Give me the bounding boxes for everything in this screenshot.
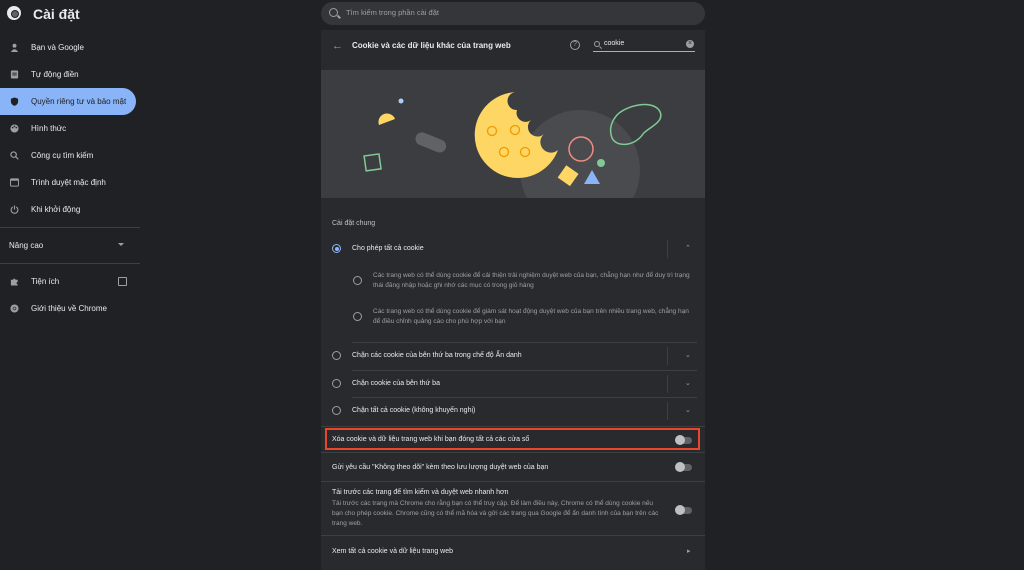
panel-header: ← Cookie và các dữ liệu khác của trang w…	[321, 30, 705, 68]
puzzle-icon	[10, 278, 18, 286]
option-label: Chặn cookie của bên thứ ba	[352, 380, 440, 387]
person-icon	[10, 43, 19, 52]
radio-button[interactable]	[332, 379, 341, 388]
sidebar-item-privacy-security[interactable]: Quyền riêng tư và bảo mật	[0, 88, 136, 115]
cookie-option-block-all[interactable]: Chặn tất cả cookie (không khuyến nghị) ⌄	[321, 397, 705, 425]
cookie-illustration-svg	[363, 92, 662, 198]
divider	[352, 370, 697, 371]
open-in-new-icon	[118, 277, 127, 286]
sidebar-item-label: Quyền riêng tư và bảo mật	[31, 97, 127, 106]
cookie-option-block-incognito[interactable]: Chặn các cookie của bên thứ ba trong chế…	[321, 342, 705, 370]
do-not-track-toggle[interactable]	[675, 462, 692, 472]
divider	[321, 426, 705, 427]
chevron-down-icon[interactable]: ⌄	[685, 379, 691, 387]
browser-icon	[10, 178, 19, 187]
sidebar-item-label: Nâng cao	[9, 241, 44, 250]
toggle-label: Gửi yêu cầu "Không theo dõi" kèm theo lư…	[332, 464, 549, 471]
page-title: Cookie và các dữ liệu khác của trang web	[352, 41, 511, 50]
radio-button[interactable]	[332, 351, 341, 360]
divider	[667, 375, 668, 393]
filter-input[interactable]: cookie ×	[593, 38, 695, 52]
cookie-icon	[353, 276, 362, 285]
sidebar-item-advanced[interactable]: Nâng cao	[0, 232, 128, 259]
sidebar-item-label: Tiện ích	[31, 277, 60, 286]
sidebar-item-appearance[interactable]: Hình thức	[0, 115, 140, 142]
search-icon	[594, 41, 600, 47]
settings-search-input[interactable]: Tìm kiếm trong phần cài đặt	[321, 2, 705, 25]
power-icon	[10, 205, 19, 214]
sidebar-item-label: Hình thức	[31, 124, 67, 133]
chrome-logo-icon	[7, 6, 21, 20]
sidebar-item-label: Trình duyệt mặc định	[31, 178, 106, 187]
option-label: Cho phép tất cả cookie	[352, 245, 424, 252]
preload-pages-toggle[interactable]	[675, 505, 692, 515]
sidebar-item-extensions[interactable]: Tiện ích	[0, 268, 140, 295]
search-icon	[10, 151, 19, 160]
radio-button[interactable]	[332, 244, 341, 253]
sidebar-item-label: Công cụ tìm kiếm	[31, 151, 94, 160]
divider	[321, 535, 705, 536]
cookies-settings-panel: ← Cookie và các dữ liệu khác của trang w…	[321, 30, 705, 570]
cookie-icon	[353, 312, 362, 321]
sidebar-divider	[0, 263, 140, 264]
sidebar-item-autofill[interactable]: Tự động điền	[0, 61, 140, 88]
divider	[352, 397, 697, 398]
cookie-option-block-third-party[interactable]: Chặn cookie của bên thứ ba ⌄	[321, 370, 705, 398]
clipboard-icon	[10, 70, 19, 79]
toggle-description: Tải trước các trang mà Chrome cho rằng b…	[332, 500, 659, 527]
sidebar-item-label: Tự động điền	[31, 70, 79, 79]
filter-value: cookie	[604, 40, 625, 47]
palette-icon	[10, 124, 19, 133]
option-label: Chặn tất cả cookie (không khuyến nghị)	[352, 407, 476, 414]
sidebar-item-label: Giới thiệu về Chrome	[31, 304, 107, 313]
search-icon	[329, 8, 338, 17]
search-placeholder: Tìm kiếm trong phần cài đặt	[346, 8, 439, 17]
toggle-label: Xóa cookie và dữ liệu trang web khi bạn …	[332, 436, 530, 443]
chevron-right-icon: ▸	[687, 548, 691, 555]
divider	[321, 452, 705, 453]
sidebar-item-default-browser[interactable]: Trình duyệt mặc định	[0, 169, 140, 196]
description-text: Các trang web có thể dùng cookie để giám…	[373, 308, 689, 325]
section-heading: Cài đặt chung	[332, 220, 376, 227]
chevron-down-icon[interactable]: ⌄	[685, 351, 691, 359]
sidebar-item-label: Bạn và Google	[31, 43, 84, 52]
clear-icon[interactable]: ×	[686, 40, 694, 48]
back-arrow-icon[interactable]: ←	[332, 40, 343, 52]
divider	[667, 240, 668, 258]
divider	[667, 402, 668, 420]
divider	[321, 481, 705, 482]
shield-icon	[10, 97, 19, 106]
cookie-illustration	[321, 70, 705, 198]
option-description: Các trang web có thể dùng cookie để cải …	[321, 266, 705, 298]
cookie-option-allow-all[interactable]: Cho phép tất cả cookie ⌃	[321, 235, 705, 263]
divider	[352, 342, 697, 343]
clear-on-exit-toggle[interactable]	[675, 435, 692, 445]
sidebar-item-search-engine[interactable]: Công cụ tìm kiếm	[0, 142, 140, 169]
radio-button[interactable]	[332, 406, 341, 415]
sidebar-item-about-chrome[interactable]: Giới thiệu về Chrome	[0, 295, 140, 322]
sidebar-item-label: Khi khởi động	[31, 205, 81, 214]
toggle-label: Tải trước các trang để tìm kiếm và duyệt…	[332, 489, 509, 496]
chevron-down-icon	[118, 243, 124, 246]
chevron-up-icon[interactable]: ⌃	[685, 244, 691, 252]
option-label: Chặn các cookie của bên thứ ba trong chế…	[352, 352, 522, 359]
sidebar-divider	[0, 227, 140, 228]
top-bar: Cài đặt Tìm kiếm trong phần cài đặt	[0, 0, 1024, 28]
option-description: Các trang web có thể dùng cookie để giám…	[321, 302, 705, 334]
divider	[667, 347, 668, 365]
chevron-down-icon[interactable]: ⌄	[685, 406, 691, 414]
chrome-logo-icon	[10, 304, 19, 313]
app-title: Cài đặt	[33, 6, 80, 22]
sidebar-item-you-and-google[interactable]: Bạn và Google	[0, 34, 140, 61]
description-text: Các trang web có thể dùng cookie để cải …	[373, 272, 690, 289]
sidebar: Bạn và Google Tự động điền Quyền riêng t…	[0, 34, 140, 322]
sidebar-item-on-startup[interactable]: Khi khởi động	[0, 196, 140, 223]
help-icon[interactable]: ?	[570, 40, 580, 50]
link-label: Xem tất cả cookie và dữ liệu trang web	[332, 548, 454, 555]
